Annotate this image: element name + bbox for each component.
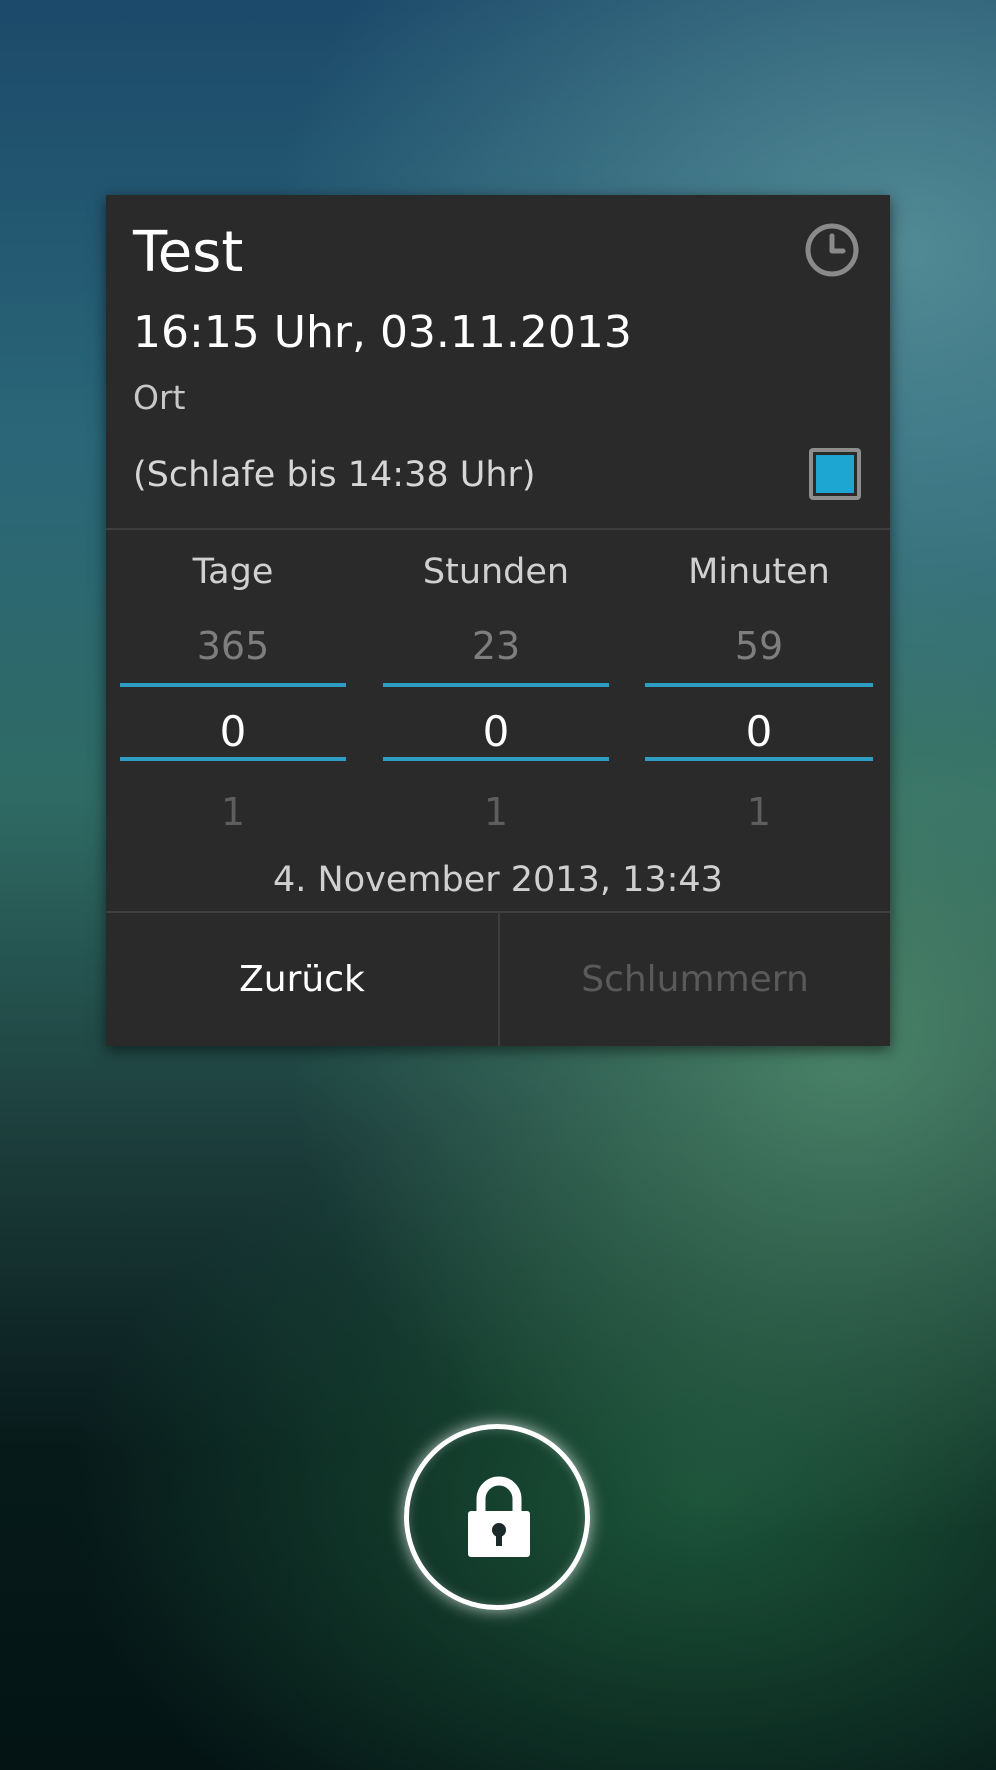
- divider-top: [106, 528, 890, 530]
- minutes-label: Minuten: [688, 552, 830, 592]
- minutes-selection-line-top: [645, 683, 873, 687]
- minutes-selection-line-bottom: [645, 757, 873, 761]
- back-button[interactable]: Zurück: [106, 913, 498, 1046]
- days-selection-line-bottom: [120, 757, 346, 761]
- unlock-handle[interactable]: [404, 1424, 590, 1610]
- resulting-date: 4. November 2013, 13:43: [273, 860, 723, 900]
- snooze-button[interactable]: Schlummern: [500, 913, 890, 1046]
- minutes-picker[interactable]: Minuten 59 0 1: [645, 535, 873, 831]
- hours-picker[interactable]: Stunden 23 0 1: [383, 535, 609, 831]
- days-label: Tage: [192, 552, 274, 592]
- hours-selection-line-top: [383, 683, 609, 687]
- days-selection-line-top: [120, 683, 346, 687]
- event-location: Ort: [133, 378, 186, 417]
- hours-current-value[interactable]: 0: [383, 711, 609, 753]
- days-next-value[interactable]: 1: [120, 793, 346, 831]
- snooze-info-text: (Schlafe bis 14:38 Uhr): [133, 455, 536, 495]
- dialog-header: Test 16:15 Uhr, 03.11.2013 Ort (Schlafe …: [106, 195, 890, 530]
- hours-selection-line-bottom: [383, 757, 609, 761]
- minutes-prev-value[interactable]: 59: [645, 627, 873, 665]
- hours-prev-value[interactable]: 23: [383, 627, 609, 665]
- minutes-current-value[interactable]: 0: [645, 711, 873, 753]
- days-current-value[interactable]: 0: [120, 711, 346, 753]
- hours-label: Stunden: [422, 552, 570, 592]
- minutes-next-value[interactable]: 1: [645, 793, 873, 831]
- days-prev-value[interactable]: 365: [120, 627, 346, 665]
- alarm-dialog: Test 16:15 Uhr, 03.11.2013 Ort (Schlafe …: [106, 195, 890, 1046]
- clock-icon[interactable]: [803, 221, 861, 279]
- event-title: Test: [133, 220, 244, 285]
- snooze-checkbox[interactable]: [809, 448, 861, 500]
- lock-icon: [468, 1476, 530, 1557]
- days-picker[interactable]: Tage 365 0 1: [120, 535, 346, 831]
- event-datetime: 16:15 Uhr, 03.11.2013: [133, 307, 632, 358]
- checkbox-fill: [816, 455, 854, 493]
- hours-next-value[interactable]: 1: [383, 793, 609, 831]
